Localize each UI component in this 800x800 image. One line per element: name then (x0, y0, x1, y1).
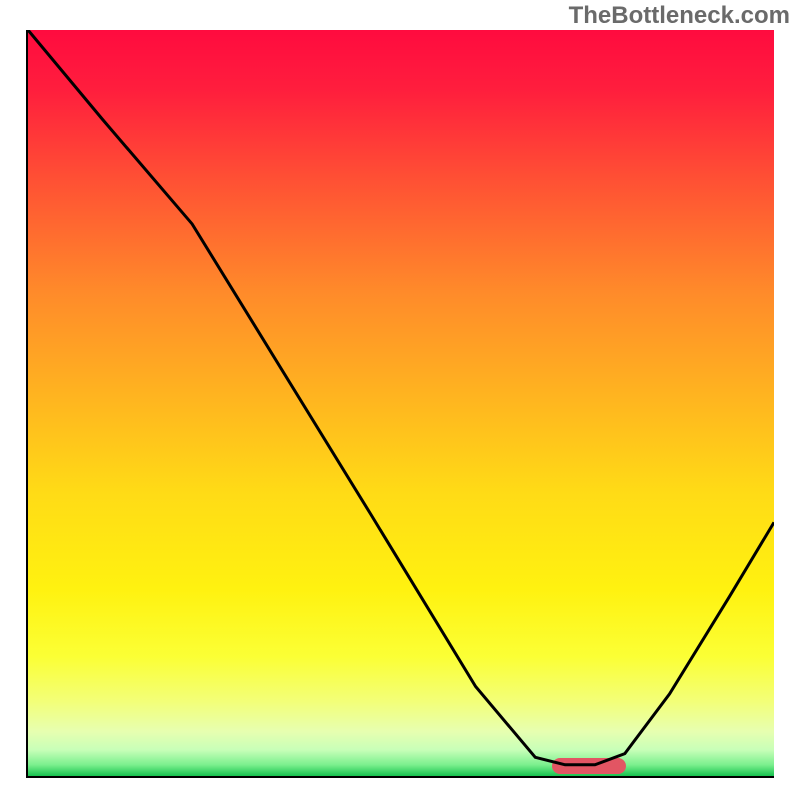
watermark: TheBottleneck.com (569, 2, 790, 30)
chart-container: TheBottleneck.com (0, 0, 800, 800)
background-gradient (28, 30, 774, 776)
plot-area (26, 30, 774, 778)
